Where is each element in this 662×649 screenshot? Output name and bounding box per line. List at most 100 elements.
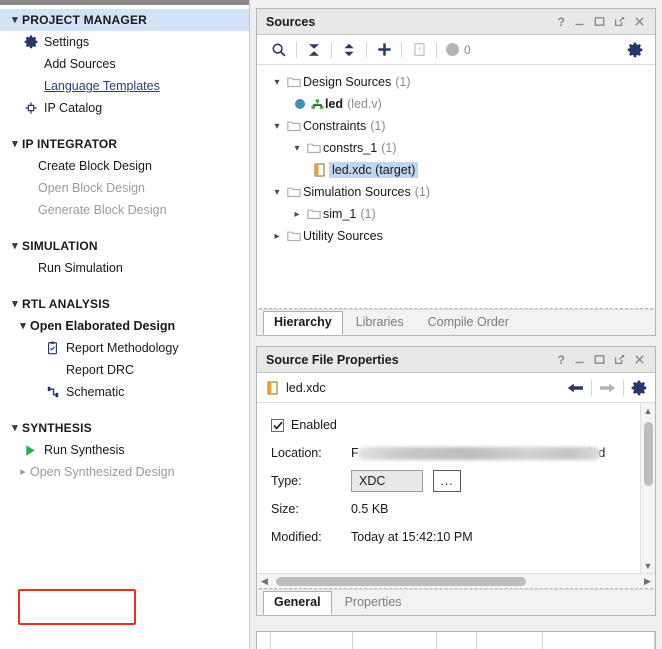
maximize-icon[interactable] <box>594 16 605 27</box>
type-combo[interactable]: XDC <box>351 470 423 492</box>
tab-compile-order[interactable]: Compile Order <box>417 311 520 335</box>
scroll-up-icon[interactable]: ▲ <box>644 403 653 418</box>
location-value: Fled <box>351 446 605 460</box>
chevron-down-icon[interactable]: ▾ <box>269 187 285 198</box>
bottom-cell <box>543 632 655 649</box>
bottom-cell <box>257 632 271 649</box>
minimize-icon[interactable] <box>574 16 585 27</box>
properties-panel-titlebar: Source File Properties ? <box>257 347 655 373</box>
chevron-down-icon[interactable]: ▾ <box>269 77 285 88</box>
float-icon[interactable] <box>614 354 625 365</box>
sidebar-item-label: IP Catalog <box>44 101 102 115</box>
chevron-down-icon[interactable]: ▾ <box>289 143 305 154</box>
spacer <box>0 403 249 417</box>
chevron-down-icon: ▾ <box>8 423 22 434</box>
sidebar-item-settings[interactable]: Settings <box>0 31 249 53</box>
size-value: 0.5 KB <box>351 502 389 516</box>
tree-count: (1) <box>381 141 396 155</box>
chevron-right-icon[interactable]: ▸ <box>269 231 285 242</box>
sidebar-item-add-sources[interactable]: Add Sources <box>0 53 249 75</box>
scroll-track[interactable] <box>641 418 656 558</box>
sources-toolbar: ? 0 <box>257 35 655 65</box>
help-icon[interactable]: ? <box>558 354 565 366</box>
sidebar-item-report-methodology[interactable]: Report Methodology <box>0 337 249 359</box>
window-top-edge <box>0 0 250 5</box>
sources-panel-titlebar: Sources ? <box>257 9 655 35</box>
scroll-thumb[interactable] <box>276 577 526 586</box>
help-icon[interactable]: ? <box>558 16 565 28</box>
tree-row[interactable]: ▾ Simulation Sources (1) <box>263 181 655 203</box>
add-sources-icon[interactable] <box>372 38 396 62</box>
properties-horizontal-scrollbar[interactable]: ◀ ▶ <box>257 573 655 588</box>
sidebar-section-simulation[interactable]: ▾ SIMULATION <box>0 235 249 257</box>
tab-general[interactable]: General <box>263 591 332 615</box>
redacted-path <box>358 447 601 460</box>
type-label: Type: <box>271 474 351 488</box>
sidebar-item-label: Create Block Design <box>38 159 152 173</box>
badge-count: 0 <box>464 43 471 57</box>
message-count-badge[interactable]: 0 <box>446 43 471 57</box>
scroll-down-icon[interactable]: ▼ <box>644 558 653 573</box>
tree-label: Utility Sources <box>303 229 383 243</box>
tab-libraries[interactable]: Libraries <box>345 311 415 335</box>
tree-row-selected[interactable]: led.xdc (target) <box>263 159 655 181</box>
sidebar-section-project-manager[interactable]: ▾ PROJECT MANAGER <box>0 9 249 31</box>
sidebar-item-label: Add Sources <box>44 57 116 71</box>
sidebar-item-run-simulation[interactable]: Run Simulation <box>0 257 249 279</box>
tree-row[interactable]: ▾ constrs_1 (1) <box>263 137 655 159</box>
sources-tree[interactable]: ▾ Design Sources (1) led (le <box>257 65 655 308</box>
chevron-down-icon: ▾ <box>8 15 22 26</box>
tree-row[interactable]: led (led.v) <box>263 93 655 115</box>
sidebar-item-label: Report DRC <box>66 363 134 377</box>
sidebar-section-ip-integrator[interactable]: ▾ IP INTEGRATOR <box>0 133 249 155</box>
type-row[interactable]: Type: XDC ... <box>271 467 640 495</box>
sidebar-item-label: Report Methodology <box>66 341 179 355</box>
minimize-icon[interactable] <box>574 354 585 365</box>
expand-all-icon[interactable] <box>337 38 361 62</box>
tree-row[interactable]: ▸ Utility Sources <box>263 225 655 247</box>
enabled-row[interactable]: Enabled <box>271 411 640 439</box>
sidebar-item-schematic[interactable]: Schematic <box>0 381 249 403</box>
sidebar-item-report-drc[interactable]: Report DRC <box>0 359 249 381</box>
divider <box>366 42 367 58</box>
scroll-right-icon[interactable]: ▶ <box>640 576 655 587</box>
close-icon[interactable] <box>634 354 645 365</box>
sidebar-item-language-templates[interactable]: Language Templates <box>0 75 249 97</box>
collapse-all-icon[interactable] <box>302 38 326 62</box>
enabled-checkbox[interactable] <box>271 419 284 432</box>
arrow-left-icon[interactable] <box>567 381 584 395</box>
scroll-track[interactable] <box>272 574 640 589</box>
sidebar-item-open-elaborated-design[interactable]: ▾ Open Elaborated Design <box>0 315 249 337</box>
sidebar-section-synthesis[interactable]: ▾ SYNTHESIS <box>0 417 249 439</box>
ip-catalog-icon <box>24 101 44 115</box>
tab-properties[interactable]: Properties <box>334 591 413 615</box>
sidebar-item-open-synthesized-design: ▸ Open Synthesized Design <box>0 461 249 483</box>
scroll-left-icon[interactable]: ◀ <box>257 576 272 587</box>
sidebar-section-rtl-analysis[interactable]: ▾ RTL ANALYSIS <box>0 293 249 315</box>
module-icon <box>309 99 325 110</box>
float-icon[interactable] <box>614 16 625 27</box>
close-icon[interactable] <box>634 16 645 27</box>
modified-row: Modified: Today at 15:42:10 PM <box>271 523 640 551</box>
chevron-right-icon[interactable]: ▸ <box>289 209 305 220</box>
type-more-button[interactable]: ... <box>433 470 461 492</box>
tree-row[interactable]: ▾ Constraints (1) <box>263 115 655 137</box>
chevron-down-icon[interactable]: ▾ <box>269 121 285 132</box>
gear-icon[interactable] <box>623 38 647 62</box>
scroll-thumb[interactable] <box>644 422 653 486</box>
tab-hierarchy[interactable]: Hierarchy <box>263 311 343 335</box>
folder-icon <box>285 186 303 198</box>
tree-row[interactable]: ▾ Design Sources (1) <box>263 71 655 93</box>
sidebar-section-label: RTL ANALYSIS <box>22 297 110 311</box>
divider <box>331 42 332 58</box>
gear-icon[interactable] <box>631 380 647 396</box>
tree-row[interactable]: ▸ sim_1 (1) <box>263 203 655 225</box>
search-icon[interactable] <box>267 38 291 62</box>
sidebar-item-create-block-design[interactable]: Create Block Design <box>0 155 249 177</box>
sidebar-item-run-synthesis[interactable]: Run Synthesis <box>0 439 249 461</box>
properties-form: Enabled Location: Fled Type: XDC ... <box>257 403 640 573</box>
sidebar-item-ip-catalog[interactable]: IP Catalog <box>0 97 249 119</box>
maximize-icon[interactable] <box>594 354 605 365</box>
xdc-file-icon <box>311 163 329 177</box>
properties-vertical-scrollbar[interactable]: ▲ ▼ <box>640 403 655 573</box>
